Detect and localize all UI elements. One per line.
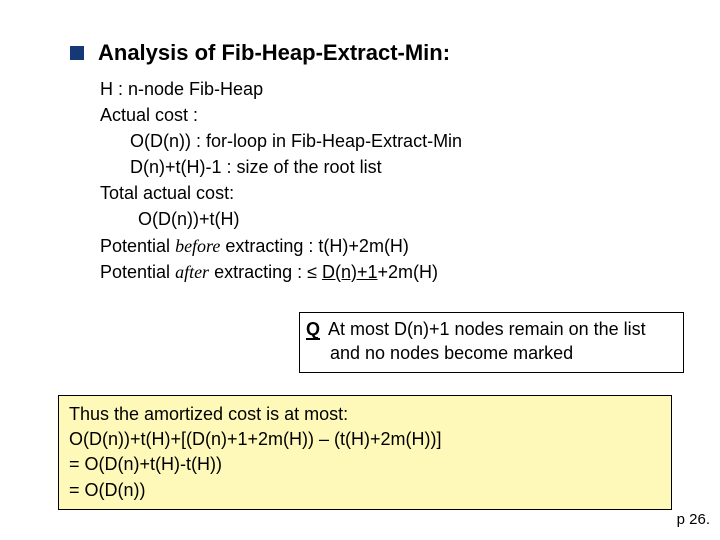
page-number: p 26. <box>677 511 710 528</box>
line-rootlist: D(n)+t(H)-1 : size of the root list <box>130 154 670 180</box>
slide-title: Analysis of Fib-Heap-Extract-Min: <box>98 40 450 66</box>
callout-line1: At most D(n)+1 nodes remain on the list <box>324 319 646 339</box>
line-odn: O(D(n)) : for-loop in Fib-Heap-Extract-M… <box>130 128 670 154</box>
conc-l1: Thus the amortized cost is at most: <box>69 402 661 427</box>
callout-q: Q <box>306 320 320 340</box>
italic-before: before <box>175 236 220 256</box>
text-frag: +2m(H) <box>378 262 439 282</box>
text-frag: extracting : t(H)+2m(H) <box>220 236 409 256</box>
text-frag: Potential <box>100 262 175 282</box>
conc-l4: = O(D(n)) <box>69 478 661 503</box>
text-frag: extracting : ≤ <box>209 262 322 282</box>
line-actual-cost: Actual cost : <box>100 102 670 128</box>
line-potential-after: Potential after extracting : ≤ D(n)+1+2m… <box>100 259 670 285</box>
conc-l2: O(D(n))+t(H)+[(D(n)+1+2m(H)) – (t(H)+2m(… <box>69 427 661 452</box>
callout-box: Q At most D(n)+1 nodes remain on the lis… <box>299 312 684 373</box>
line-total: Total actual cost: <box>100 180 670 206</box>
conc-l3: = O(D(n)+t(H)-t(H)) <box>69 452 661 477</box>
italic-after: after <box>175 262 209 282</box>
line-h: H : n-node Fib-Heap <box>100 76 670 102</box>
title-row: Analysis of Fib-Heap-Extract-Min: <box>70 40 670 66</box>
text-frag: Potential <box>100 236 175 256</box>
line-total-expr: O(D(n))+t(H) <box>138 206 670 232</box>
underline-dn1: D(n)+1 <box>322 262 378 282</box>
bullet-icon <box>70 46 84 60</box>
body-text: H : n-node Fib-Heap Actual cost : O(D(n)… <box>100 76 670 285</box>
conclusion-box: Thus the amortized cost is at most: O(D(… <box>58 395 672 510</box>
line-potential-before: Potential before extracting : t(H)+2m(H) <box>100 233 670 259</box>
callout-line2: and no nodes become marked <box>330 341 573 365</box>
